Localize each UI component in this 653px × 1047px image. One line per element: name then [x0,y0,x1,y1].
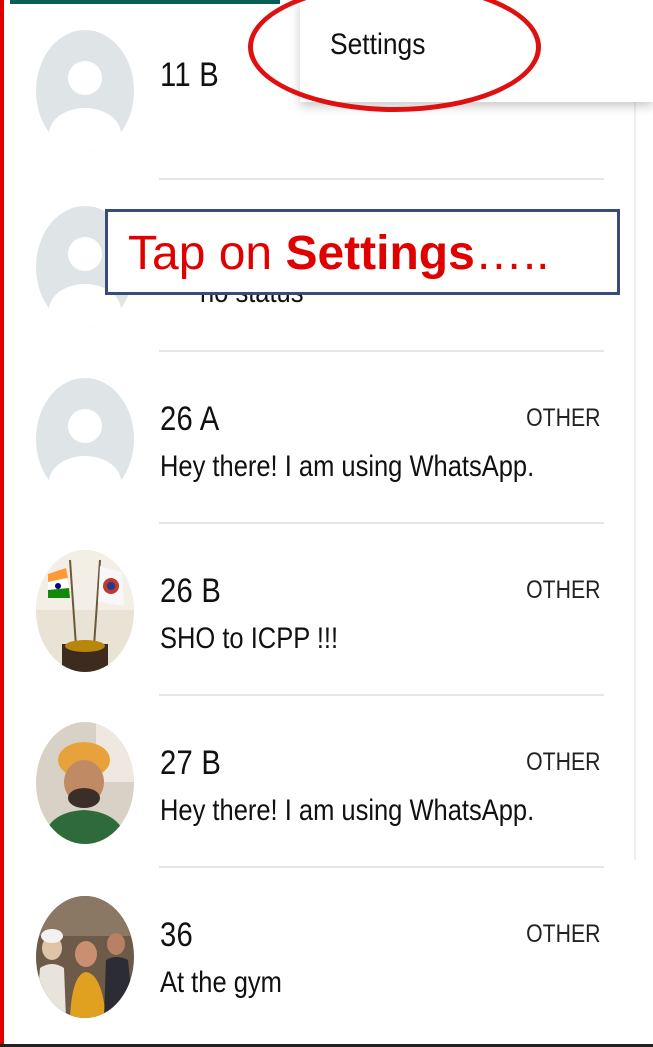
contact-status: SHO to ICPP !!! [160,622,339,655]
callout-text: Tap on Settings….. [128,226,549,281]
flags-photo-avatar[interactable] [36,550,134,672]
contact-name: 26 B [160,572,222,610]
man-turban-photo-avatar[interactable] [36,722,134,844]
contact-name: 26 A [160,400,220,438]
contact-name: 27 B [160,744,222,782]
contact-name: 36 [160,916,194,954]
contact-type-badge: OTHER [525,748,600,776]
contact-list[interactable]: 11 B no status 26 A OTHER Hey there! I a… [0,0,634,1047]
group-photo-avatar[interactable] [36,896,134,1018]
callout-suffix: ….. [474,227,550,280]
contact-status: Hey there! I am using WhatsApp. [160,794,535,827]
contact-type-badge: OTHER [525,576,600,604]
callout-emphasis: Settings [285,227,475,280]
contact-status: At the gym [160,966,282,999]
placeholder-avatar[interactable] [36,378,134,500]
instruction-callout: Tap on Settings….. [105,209,620,295]
contact-type-badge: OTHER [525,920,600,948]
list-item[interactable]: 27 B OTHER Hey there! I am using WhatsAp… [0,696,634,868]
placeholder-avatar[interactable] [36,30,134,152]
contact-status: Hey there! I am using WhatsApp. [160,450,535,483]
scroll-track [634,100,636,860]
contact-type-badge: OTHER [525,404,600,432]
contact-name: 11 B [160,56,220,94]
annotation-red-border [0,0,4,1047]
list-item[interactable]: 36 OTHER At the gym [0,868,634,1040]
list-item[interactable]: 26 B OTHER SHO to ICPP !!! [0,524,634,696]
callout-prefix: Tap on [128,227,286,280]
list-item[interactable]: 26 A OTHER Hey there! I am using WhatsAp… [0,352,634,524]
